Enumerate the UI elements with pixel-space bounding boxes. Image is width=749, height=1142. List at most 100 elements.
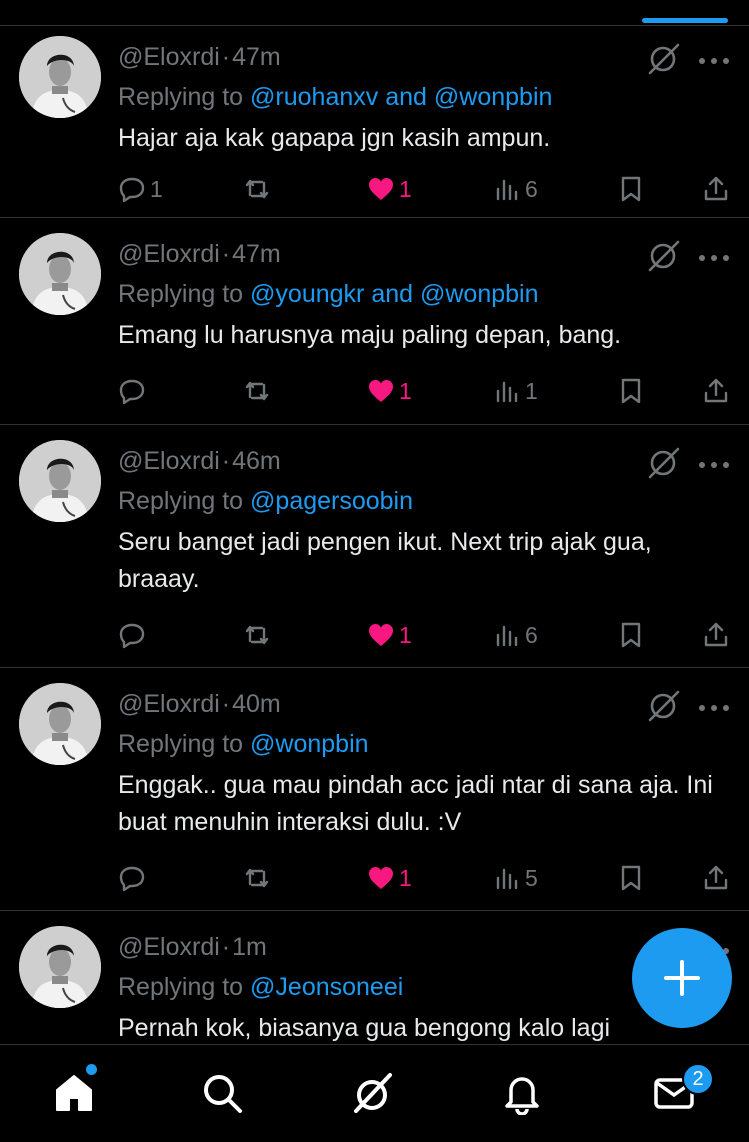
reply-feed[interactable]: @Eloxrdi·47m Replying to @ruohanxv and @… [0, 26, 749, 1044]
views-icon [496, 625, 518, 647]
reply-icon [119, 866, 145, 892]
share-button[interactable] [702, 861, 730, 895]
views-button[interactable]: 6 [493, 618, 538, 652]
views-button[interactable]: 1 [493, 374, 538, 408]
compose-button[interactable] [632, 928, 732, 1028]
mention-link[interactable]: @Jeonsoneei [250, 973, 403, 1001]
reply-button[interactable]: 1 [118, 172, 163, 206]
reply-tweet[interactable]: @Eloxrdi·46m Replying to @pagersoobin Se… [0, 425, 749, 668]
tweet-time: 40m [232, 690, 281, 718]
reply-tweet[interactable]: @Eloxrdi·47m Replying to @youngkr and @w… [0, 218, 749, 425]
nav-search[interactable] [200, 1071, 248, 1119]
mention-link[interactable]: @wonpbin [434, 83, 553, 111]
bookmark-button[interactable] [617, 618, 645, 652]
mention-link[interactable]: @youngkr [250, 280, 364, 308]
tweet-actions: 1 6 [0, 618, 749, 652]
reply-button[interactable] [118, 861, 150, 895]
reply-button[interactable] [118, 618, 150, 652]
separator-dot: · [221, 240, 231, 268]
bell-icon [505, 1077, 539, 1116]
nav-grok[interactable] [350, 1071, 398, 1119]
avatar-photo [19, 440, 101, 522]
tweet-actions: 1 1 [0, 374, 749, 408]
avatar[interactable] [19, 440, 101, 522]
retweet-icon [245, 868, 269, 888]
more-options-icon[interactable] [697, 53, 731, 64]
tweet-time: 46m [232, 447, 281, 475]
messages-badge: 2 [682, 1063, 714, 1095]
scroll-indicator [642, 18, 728, 23]
reply-count: 1 [150, 175, 163, 202]
plus-icon [664, 960, 700, 996]
tweet-time: 47m [232, 240, 281, 268]
bookmark-icon [621, 865, 641, 891]
replying-to: Replying to @Jeonsoneei [118, 973, 403, 1002]
avatar[interactable] [19, 926, 101, 1008]
mention-link[interactable]: @ruohanxv [250, 83, 378, 111]
reply-tweet[interactable]: @Eloxrdi·47m Replying to @ruohanxv and @… [0, 26, 749, 218]
like-button[interactable]: 1 [367, 172, 412, 206]
avatar[interactable] [19, 36, 101, 118]
like-count: 1 [399, 377, 412, 404]
user-handle[interactable]: @Eloxrdi [118, 240, 220, 268]
reply-icon [119, 177, 145, 203]
retweet-button[interactable] [243, 618, 271, 652]
view-count: 6 [525, 175, 538, 202]
user-handle[interactable]: @Eloxrdi [118, 43, 220, 71]
nav-home[interactable] [52, 1071, 100, 1119]
like-count: 1 [399, 621, 412, 648]
retweet-button[interactable] [243, 172, 271, 206]
not-interested-icon[interactable] [645, 687, 681, 723]
heart-icon [369, 380, 393, 402]
reply-icon [119, 379, 145, 405]
avatar-photo [19, 926, 101, 1008]
tweet-actions: 1 1 6 [0, 172, 749, 206]
mention-link[interactable]: @wonpbin [250, 730, 369, 758]
like-button[interactable]: 1 [367, 618, 412, 652]
replying-prefix: Replying to [118, 83, 244, 111]
share-button[interactable] [702, 618, 730, 652]
like-button[interactable]: 1 [367, 861, 412, 895]
user-handle[interactable]: @Eloxrdi [118, 933, 220, 961]
not-interested-icon[interactable] [645, 444, 681, 480]
user-handle[interactable]: @Eloxrdi [118, 690, 220, 718]
not-interested-icon[interactable] [645, 237, 681, 273]
bookmark-button[interactable] [617, 861, 645, 895]
replying-prefix: Replying to [118, 730, 244, 758]
views-button[interactable]: 5 [493, 861, 538, 895]
views-icon [496, 868, 518, 890]
more-options-icon[interactable] [697, 700, 731, 711]
mention-link[interactable]: @pagersoobin [250, 487, 413, 515]
like-count: 1 [399, 175, 412, 202]
view-count: 6 [525, 621, 538, 648]
retweet-button[interactable] [243, 374, 271, 408]
replying-prefix: Replying to [118, 280, 244, 308]
like-button[interactable]: 1 [367, 374, 412, 408]
more-options-icon[interactable] [697, 457, 731, 468]
bookmark-icon [621, 176, 641, 202]
share-button[interactable] [702, 374, 730, 408]
bottom-nav [0, 1044, 749, 1142]
reply-tweet[interactable]: @Eloxrdi·40m Replying to @wonpbin Enggak… [0, 668, 749, 911]
view-count: 1 [525, 377, 538, 404]
bookmark-button[interactable] [617, 172, 645, 206]
replying-prefix: Replying to [118, 487, 244, 515]
views-button[interactable]: 6 [493, 172, 538, 206]
mention-link[interactable]: @wonpbin [420, 280, 539, 308]
reply-button[interactable] [118, 374, 150, 408]
search-icon [204, 1075, 242, 1113]
bookmark-button[interactable] [617, 374, 645, 408]
retweet-button[interactable] [243, 861, 271, 895]
avatar[interactable] [19, 233, 101, 315]
not-interested-icon[interactable] [645, 40, 681, 76]
avatar-photo [19, 36, 101, 118]
avatar[interactable] [19, 683, 101, 765]
separator-dot: · [221, 447, 231, 475]
share-button[interactable] [702, 172, 730, 206]
tweet-time: 47m [232, 43, 281, 71]
user-handle[interactable]: @Eloxrdi [118, 447, 220, 475]
separator-dot: · [221, 933, 231, 961]
views-icon [496, 179, 518, 201]
more-options-icon[interactable] [697, 250, 731, 261]
nav-notifications[interactable] [500, 1071, 548, 1119]
